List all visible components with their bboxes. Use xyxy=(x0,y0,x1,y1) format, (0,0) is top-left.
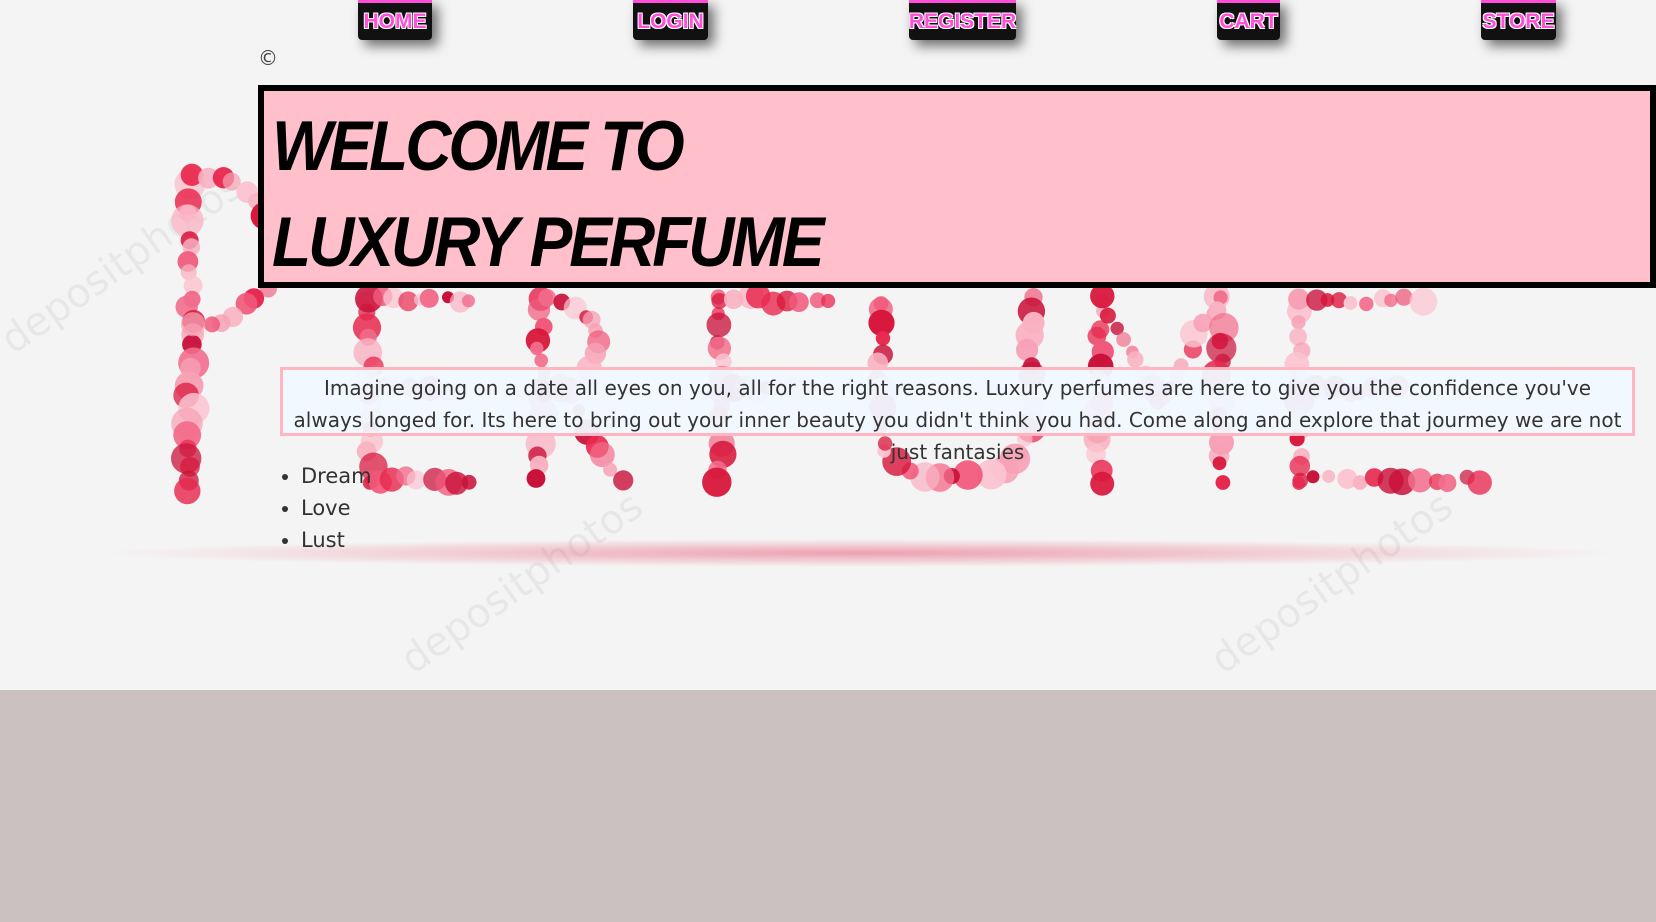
list-item: Dream xyxy=(301,460,372,492)
nav-home-button[interactable]: HOME xyxy=(358,0,432,40)
copyright-symbol: © xyxy=(258,46,278,70)
list-item: Love xyxy=(301,492,372,524)
nav-store-button[interactable]: STORE xyxy=(1481,0,1556,40)
nav-cart-button[interactable]: CART xyxy=(1217,0,1280,40)
intro-paragraph: Imagine going on a date all eyes on you,… xyxy=(280,367,1635,464)
feature-list: Dream Love Lust xyxy=(270,460,372,556)
welcome-title-line-2: LUXURY PERFUME xyxy=(272,202,824,282)
welcome-title-line-1: WELCOME TO xyxy=(272,106,685,186)
list-item: Lust xyxy=(301,524,372,556)
nav-register-button[interactable]: REGISTER xyxy=(909,0,1016,40)
welcome-banner: WELCOME TO LUXURY PERFUME xyxy=(258,85,1656,288)
nav-login-button[interactable]: LOGIN xyxy=(633,0,708,40)
